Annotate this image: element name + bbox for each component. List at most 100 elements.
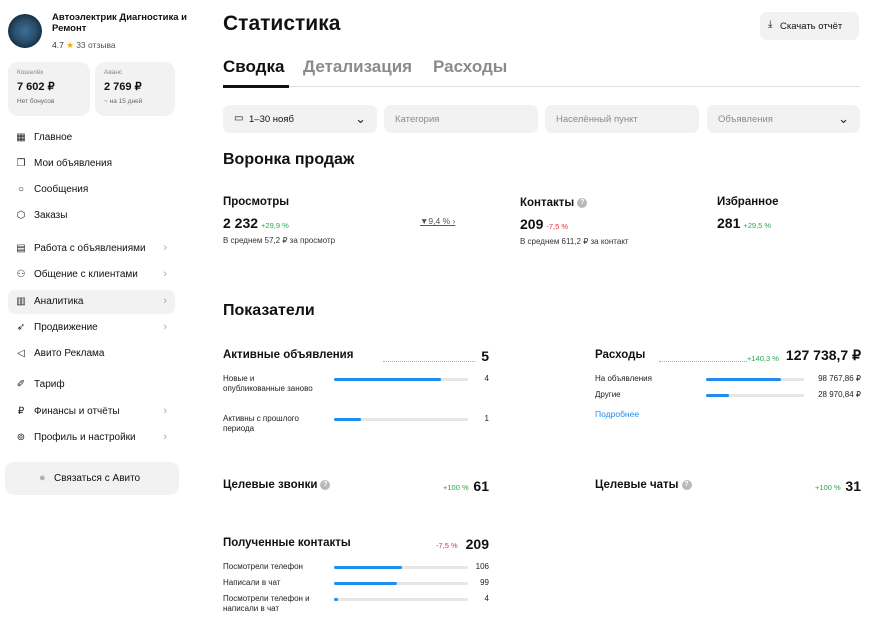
expenses-row-label: На объявления (595, 374, 652, 383)
contacts-avg: В среднем 611,2 ₽ за контакт (520, 237, 629, 246)
nav-my-ads[interactable]: ❐ Мои объявления (8, 152, 175, 176)
favorites-metric: 281 +29,5 % (717, 215, 771, 231)
received-row-label: Написали в чат (223, 578, 281, 587)
box-icon: ⬡ (16, 210, 26, 221)
nav-promotion[interactable]: ➶ Продвижение › (8, 316, 175, 340)
nav-main[interactable]: ▦ Главное (8, 126, 175, 150)
sidebar: Автоэлектрик Диагностика и Ремонт 4.7 ★ … (0, 0, 188, 623)
received-bar (334, 582, 468, 585)
bar-fill (334, 582, 397, 585)
expenses-row-label: Другие (595, 390, 621, 399)
contacts-value: 209 (520, 216, 544, 232)
locality-select[interactable]: Населённый пункт (545, 105, 699, 133)
main-content: Статистика ⤓ Скачать отчёт Сводка Детали… (223, 0, 863, 623)
favorites-delta: +29,5 % (743, 221, 772, 230)
expenses-row-value: 28 970,84 ₽ (818, 390, 861, 399)
contacts-metric: 209 -7,5 % (520, 216, 568, 232)
category-select[interactable]: Категория (384, 105, 538, 133)
favorites-label: Избранное (717, 196, 779, 208)
download-report-button[interactable]: ⤓ Скачать отчёт (760, 12, 859, 40)
conversion-link[interactable]: ▼9,4 % › (420, 216, 455, 226)
tab-details[interactable]: Детализация (303, 57, 412, 77)
received-contacts-value: 209 (465, 536, 489, 552)
active-ads-row-value: 1 (484, 414, 489, 423)
nav-label: Тариф (34, 379, 65, 390)
received-bar (334, 566, 468, 569)
bar-fill (334, 418, 361, 421)
bar-fill (334, 598, 339, 601)
chevron-right-icon: › (163, 295, 167, 307)
views-delta: +29,9 % (261, 221, 289, 230)
wallet-card[interactable]: Кошелёк 7 602 ₽ Нет бонусов (8, 62, 90, 116)
nav-label: Профиль и настройки (34, 432, 136, 443)
active-ads-row-value: 4 (484, 374, 489, 383)
help-icon[interactable]: ? (320, 479, 331, 490)
nav-analytics[interactable]: ▥ Аналитика › (8, 290, 175, 314)
received-row-label: Посмотрели телефон и написали в чат (223, 594, 310, 613)
nav-avito-ads[interactable]: ◁ Авито Реклама (8, 342, 175, 366)
indicators-title: Показатели (223, 302, 315, 319)
nav-finance[interactable]: ₽ Финансы и отчёты › (8, 400, 175, 424)
tab-summary[interactable]: Сводка (223, 57, 284, 77)
nav-label: Продвижение (34, 322, 98, 333)
active-ads-row-label: Новые и опубликованные заново (223, 374, 313, 393)
chevron-down-icon: ⌄ (355, 111, 366, 126)
bar-fill (706, 378, 782, 381)
conversion-value: 9,4 % (428, 216, 451, 226)
nav-profile-settings[interactable]: ⊚ Профиль и настройки › (8, 426, 175, 450)
ads-placeholder: Объявления (718, 114, 773, 125)
nav-clients[interactable]: ⚇ Общение с клиентами › (8, 263, 175, 287)
advance-card[interactable]: Аванс 2 769 ₽ ~ на 15 дней (95, 62, 175, 116)
nav-label: Мои объявления (34, 158, 112, 169)
tariff-icon: ✐ (16, 379, 26, 390)
chat-bubbles-icon: ● (39, 472, 46, 484)
bar-fill (706, 394, 729, 397)
received-bar (334, 598, 468, 601)
period-value: 1–30 нояб (249, 114, 294, 125)
nav-label: Финансы и отчёты (34, 406, 120, 417)
active-ads-bar (334, 418, 468, 421)
nav-label: Главное (34, 132, 73, 143)
advance-label: Аванс (104, 69, 123, 76)
reviews-link[interactable]: 33 отзыва (76, 40, 115, 50)
more-link[interactable]: Подробнее (595, 409, 639, 419)
category-placeholder: Категория (395, 114, 440, 125)
target-chats-label: Целевые чаты (595, 479, 679, 491)
received-row-label: Посмотрели телефон (223, 562, 303, 571)
tab-expenses[interactable]: Расходы (433, 57, 507, 77)
target-chats-value: 31 (845, 478, 861, 494)
nav-orders[interactable]: ⬡ Заказы (8, 204, 175, 228)
profile-name: Автоэлектрик Диагностика и Ремонт (52, 12, 187, 34)
profile-card[interactable]: Автоэлектрик Диагностика и Ремонт 4.7 ★ … (8, 8, 188, 54)
views-value: 2 232 (223, 215, 259, 231)
nav-messages[interactable]: ○ Сообщения (8, 178, 175, 202)
views-metric: 2 232 +29,9 % (223, 215, 289, 231)
message-icon: ○ (17, 184, 25, 195)
ads-select[interactable]: Объявления ⌄ (707, 105, 860, 133)
views-avg: В среднем 57,2 ₽ за просмотр (223, 236, 336, 245)
contacts-label: Контакты (520, 197, 575, 209)
settings-icon: ⊚ (16, 432, 26, 443)
views-label: Просмотры (223, 196, 290, 208)
locality-placeholder: Населённый пункт (556, 114, 638, 125)
active-ads-value: 5 (481, 348, 489, 364)
period-select[interactable]: ▭ 1–30 нояб ⌄ (223, 105, 377, 133)
target-calls-row: Целевые звонки? (223, 479, 331, 491)
page-title: Статистика (223, 12, 341, 35)
tab-active-indicator (223, 85, 289, 88)
work-icon: ▤ (16, 243, 26, 254)
clients-icon: ⚇ (16, 269, 26, 280)
grid-icon: ▦ (16, 132, 26, 143)
target-calls-value: 61 (473, 478, 489, 494)
star-icon: ★ (66, 40, 74, 50)
avatar[interactable] (8, 14, 42, 48)
wallet-value: 7 602 ₽ (17, 81, 55, 93)
help-icon[interactable]: ? (681, 479, 692, 490)
nav-ads-work[interactable]: ▤ Работа с объявлениями › (8, 237, 175, 261)
nav-tariff[interactable]: ✐ Тариф (8, 373, 175, 397)
contact-avito-button[interactable]: ● Связаться с Авито (5, 462, 179, 495)
help-icon[interactable]: ? (577, 197, 588, 208)
ads-icon: ❐ (16, 158, 26, 169)
advance-value: 2 769 ₽ (104, 81, 142, 93)
download-icon: ⤓ (768, 19, 773, 30)
